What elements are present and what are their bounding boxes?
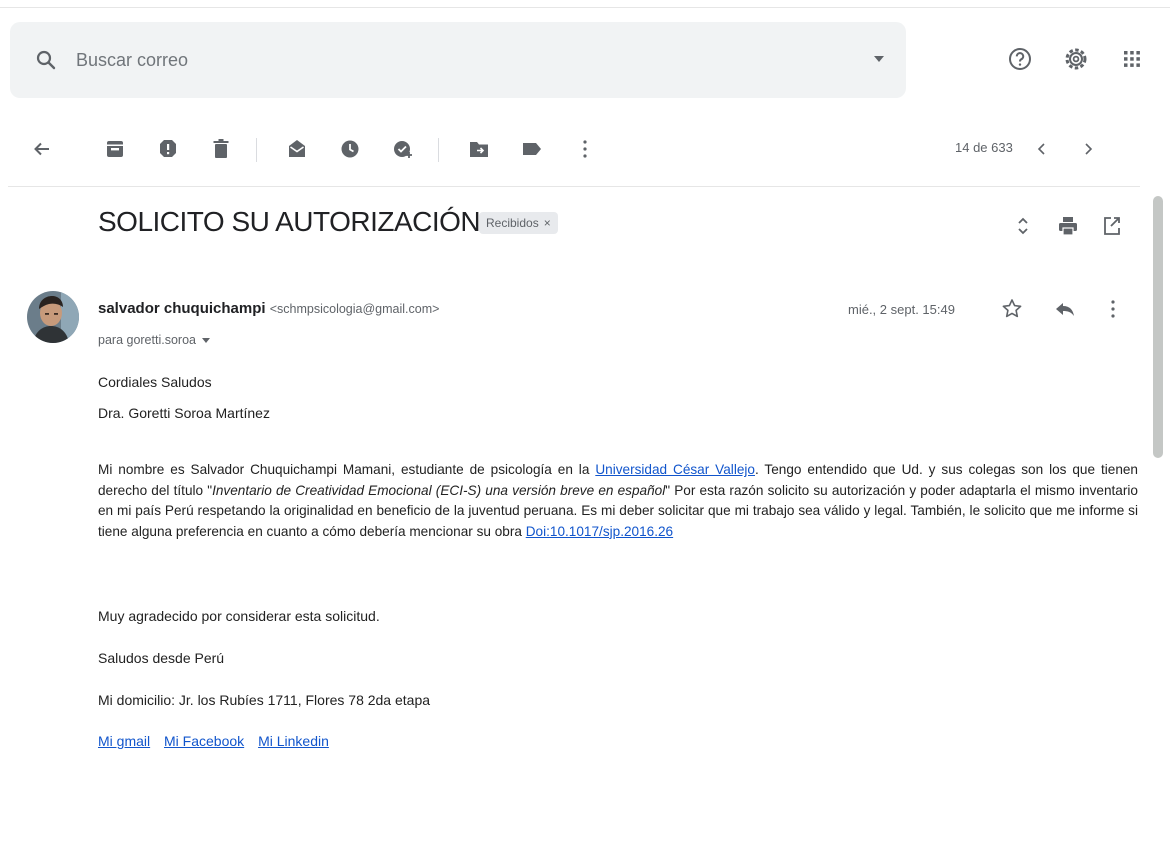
settings-icon[interactable] [1063,46,1089,72]
email-main-paragraph: Mi nombre es Salvador Chuquichampi Maman… [98,460,1138,542]
search-input[interactable] [76,44,836,76]
sender-avatar[interactable] [27,291,79,343]
inbox-label-chip[interactable]: Recibidos × [479,212,558,234]
doi-link[interactable]: Doi:10.1017/sjp.2016.26 [526,524,673,539]
back-arrow-icon[interactable] [30,136,54,162]
toolbar-separator [438,138,439,162]
remove-label-icon[interactable]: × [544,216,551,230]
gmail-link[interactable]: Mi gmail [98,733,150,749]
greeting-line-2: Dra. Goretti Soroa Martínez [98,405,270,421]
facebook-link[interactable]: Mi Facebook [164,733,244,749]
more-vert-message-icon[interactable] [1101,296,1125,322]
star-icon[interactable] [1000,296,1024,322]
recipient-text: para goretti.soroa [98,333,196,347]
inventory-title: Inventario de Creatividad Emocional (ECI… [212,482,666,498]
recipient-line[interactable]: para goretti.soroa [98,333,210,347]
scrollbar-thumb[interactable] [1153,196,1163,458]
thanks-line: Muy agradecido por considerar esta solic… [98,608,380,624]
sender-email: <schmpsicologia@gmail.com> [269,302,440,316]
greeting-line-1: Cordiales Saludos [98,374,212,390]
pagination-count: 14 de 633 [955,140,1013,155]
toolbar-divider [8,186,1140,187]
address-line: Mi domicilio: Jr. los Rubíes 1711, Flore… [98,692,431,708]
open-in-new-window-icon[interactable] [1100,213,1124,239]
university-link[interactable]: Universidad César Vallejo [595,462,755,477]
delete-icon[interactable] [209,136,233,162]
top-divider [0,7,1170,8]
archive-icon[interactable] [103,136,127,162]
reply-icon[interactable] [1053,296,1077,322]
paragraph-text-1: Mi nombre es Salvador Chuquichampi Maman… [98,462,596,477]
print-icon[interactable] [1056,213,1080,239]
add-to-tasks-icon[interactable] [391,136,415,162]
labels-icon[interactable] [520,136,544,162]
show-details-caret-icon[interactable] [201,338,210,344]
label-text: Recibidos [486,216,539,230]
sender-name[interactable]: salvador chuquichampi [98,300,266,317]
email-subject: SOLICITO SU AUTORIZACIÓN [98,206,481,237]
linkedin-link[interactable]: Mi Linkedin [258,733,329,749]
toolbar-separator [256,138,257,162]
older-chevron-right-icon[interactable] [1076,136,1100,162]
search-bar[interactable] [10,22,906,98]
report-spam-icon[interactable] [156,136,180,162]
snooze-icon[interactable] [338,136,362,162]
search-icon[interactable] [34,48,58,72]
newer-chevron-left-icon[interactable] [1030,136,1054,162]
more-vert-icon[interactable] [573,136,597,162]
help-icon[interactable] [1007,46,1033,72]
regards-line: Saludos desde Perú [98,650,225,666]
mark-unread-icon[interactable] [285,136,309,162]
search-options-caret-icon[interactable] [874,56,884,62]
expand-all-icon[interactable] [1011,213,1035,239]
sender-line: salvador chuquichampi <schmpsicologia@gm… [98,300,439,317]
email-date: mié., 2 sept. 15:49 [848,302,955,317]
move-to-icon[interactable] [467,136,491,162]
apps-grid-icon[interactable] [1119,46,1145,72]
signature-links: Mi gmail Mi Facebook Mi Linkedin [98,733,339,749]
